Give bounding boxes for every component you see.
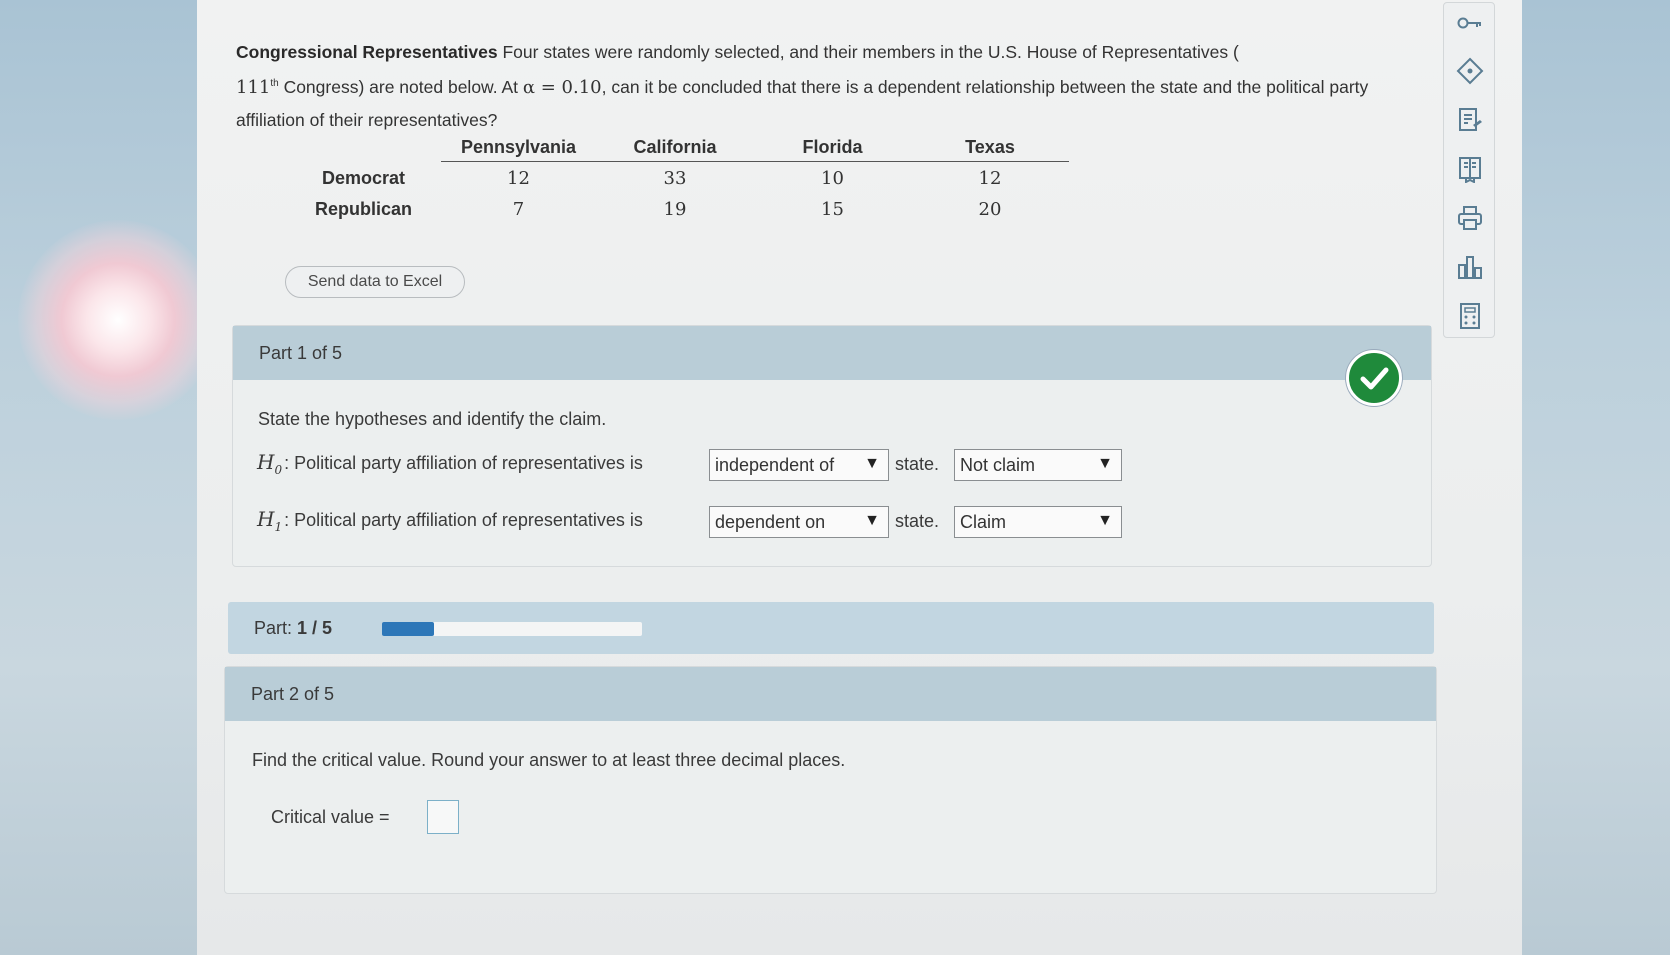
- tag-icon[interactable]: [1456, 57, 1484, 85]
- print-icon[interactable]: [1456, 204, 1484, 232]
- h0-label: H0: [257, 450, 283, 477]
- congress-suffix: th: [270, 78, 279, 89]
- part1-header: Part 1 of 5: [233, 326, 1431, 380]
- table-cell: 12: [978, 168, 1002, 189]
- key-icon[interactable]: [1456, 9, 1484, 37]
- part2-header: Part 2 of 5: [225, 667, 1436, 721]
- dropdown-arrow-icon: ▼: [1097, 512, 1113, 529]
- light-glare: [18, 220, 218, 420]
- table-row: Democrat 12 33 10 12: [286, 162, 1069, 194]
- table-header-cell: Texas: [911, 133, 1069, 162]
- h0-relation-select[interactable]: independent of ▼: [709, 449, 889, 481]
- table-cell: 19: [663, 199, 687, 220]
- question-title: Congressional Representatives: [236, 42, 498, 62]
- h1-claim-select[interactable]: Claim ▼: [954, 506, 1122, 538]
- part2-panel: Part 2 of 5: [224, 666, 1437, 894]
- checkmark-icon: [1346, 350, 1402, 406]
- table-cell: 15: [821, 199, 844, 220]
- h1-label: H1: [257, 507, 283, 534]
- table-header-cell: Pennsylvania: [441, 133, 596, 162]
- congress-number: 111: [236, 76, 271, 98]
- table-header-cell: California: [596, 133, 754, 162]
- progress-label: Part:: [254, 617, 293, 638]
- h0-text: : Political party affiliation of represe…: [284, 453, 643, 473]
- critical-value-input[interactable]: [427, 800, 459, 834]
- part2-instruction: Find the critical value. Round your answ…: [252, 750, 846, 770]
- h0-statement: H0 : Political party affiliation of repr…: [257, 450, 643, 477]
- h1-relation-value: dependent on: [715, 511, 826, 532]
- row-label: Republican: [314, 199, 412, 219]
- part-progress: Part: 1 / 5: [228, 602, 1434, 654]
- dropdown-arrow-icon: ▼: [1097, 455, 1113, 472]
- table-cell: 12: [507, 168, 530, 189]
- table-cell: 7: [512, 199, 525, 220]
- dropdown-arrow-icon: ▼: [864, 455, 880, 472]
- h0-claim-select[interactable]: Not claim ▼: [954, 449, 1122, 481]
- question-text-2: Congress) are noted below. At: [278, 76, 523, 97]
- question-text: Congressional Representatives Four state…: [236, 36, 1426, 136]
- progress-value: 1 / 5: [297, 617, 333, 638]
- h0-claim-value: Not claim: [960, 454, 1036, 475]
- chart-icon[interactable]: [1456, 253, 1484, 281]
- calculator-icon[interactable]: [1456, 302, 1484, 330]
- progress-fill: [382, 622, 434, 636]
- table-header-row: Pennsylvania California Florida Texas: [286, 133, 1069, 162]
- table-cell: 33: [663, 168, 687, 189]
- progress-track: [382, 622, 642, 636]
- h1-after-text: state.: [895, 511, 940, 531]
- h1-claim-value: Claim: [960, 511, 1007, 532]
- part1-instruction: State the hypotheses and identify the cl…: [258, 409, 607, 429]
- tool-sidebar: [1443, 2, 1495, 338]
- row-label: Democrat: [321, 167, 406, 188]
- h1-statement: H1 : Political party affiliation of repr…: [257, 507, 643, 534]
- table-cell: 20: [978, 199, 1002, 220]
- table-row: Republican 7 19 15 20: [286, 193, 1069, 224]
- h0-relation-value: independent of: [715, 454, 835, 475]
- h0-after-text: state.: [895, 454, 940, 474]
- table-cell: 10: [821, 168, 844, 189]
- dropdown-arrow-icon: ▼: [864, 512, 880, 529]
- table-header-cell: [286, 133, 441, 162]
- notes-icon[interactable]: [1456, 106, 1484, 134]
- h1-relation-select[interactable]: dependent on ▼: [709, 506, 889, 538]
- book-icon[interactable]: [1456, 155, 1484, 184]
- h1-text: : Political party affiliation of represe…: [284, 510, 643, 530]
- data-table: Pennsylvania California Florida Texas De…: [286, 133, 1069, 224]
- critical-value-label: Critical value =: [271, 807, 390, 827]
- table-header-cell: Florida: [754, 133, 911, 162]
- send-to-excel-button[interactable]: Send data to Excel: [285, 266, 465, 298]
- alpha-value: α = 0.10: [522, 76, 602, 98]
- question-text-1: Four states were randomly selected, and …: [497, 42, 1239, 62]
